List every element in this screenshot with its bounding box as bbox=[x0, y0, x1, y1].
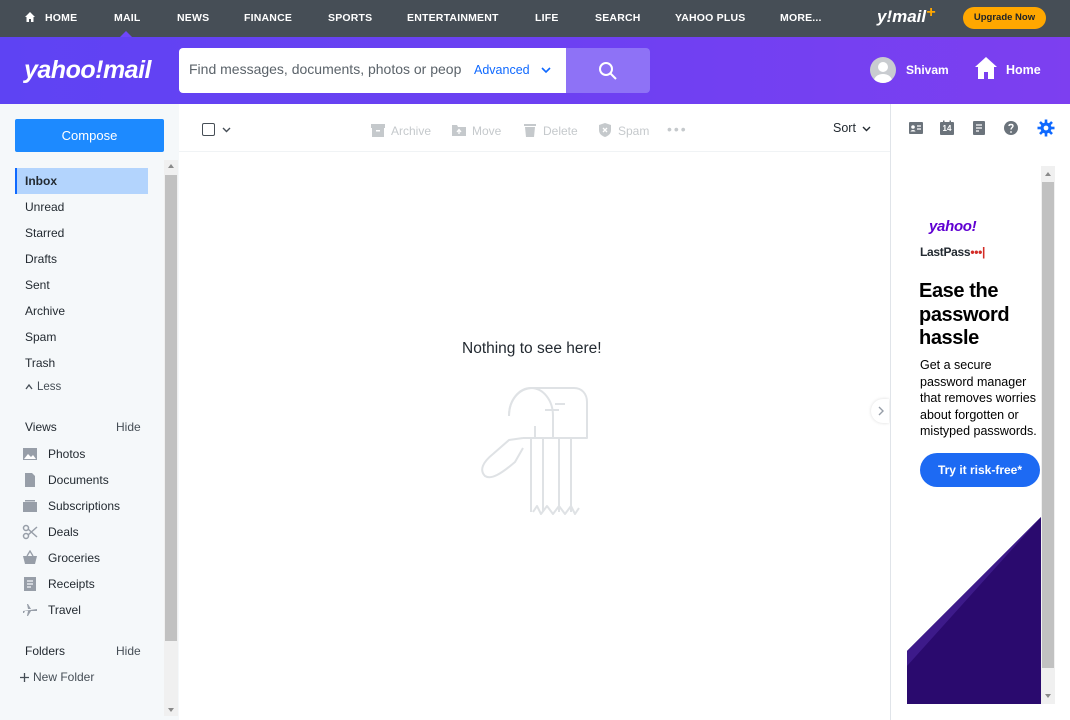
calendar-day: 14 bbox=[942, 124, 952, 133]
shield-icon bbox=[599, 123, 611, 137]
ad-cta-button[interactable]: Try it risk-free* bbox=[920, 453, 1040, 487]
ad-lastpass-logo: LastPass•••| bbox=[920, 245, 986, 259]
notepad-icon[interactable] bbox=[971, 120, 987, 136]
nav-life[interactable]: LIFE bbox=[535, 12, 559, 24]
basket-icon bbox=[23, 550, 37, 564]
home-label: Home bbox=[1006, 63, 1041, 77]
archive-icon bbox=[371, 124, 385, 137]
nav-news[interactable]: NEWS bbox=[177, 12, 209, 24]
contacts-icon[interactable] bbox=[908, 120, 924, 136]
advertisement[interactable]: yahoo! LastPass•••| Ease the password ha… bbox=[907, 166, 1042, 704]
plus-icon bbox=[20, 673, 29, 683]
scrollbar-thumb[interactable] bbox=[165, 175, 177, 641]
search-box: Advanced bbox=[179, 48, 566, 93]
chevron-right-icon bbox=[878, 406, 884, 416]
nav-finance[interactable]: FINANCE bbox=[244, 12, 292, 24]
sidebar-item-archive[interactable]: Archive bbox=[15, 298, 148, 324]
new-folder-button[interactable]: New Folder bbox=[20, 670, 94, 684]
nav-search[interactable]: SEARCH bbox=[595, 12, 641, 24]
move-folder-icon bbox=[452, 125, 466, 136]
sidebar-item-spam[interactable]: Spam bbox=[15, 324, 148, 350]
message-list-pane: Archive Move Delete Spam ••• Sort Nothin… bbox=[179, 104, 890, 720]
sidebar-item-inbox[interactable]: Inbox bbox=[15, 168, 148, 194]
airplane-icon bbox=[23, 604, 37, 616]
right-rail-scrollbar[interactable] bbox=[1041, 166, 1055, 704]
more-actions-button[interactable]: ••• bbox=[667, 121, 688, 137]
receipt-icon bbox=[24, 577, 36, 591]
sidebar: Compose Inbox Unread Starred Drafts Sent… bbox=[0, 104, 179, 720]
sidebar-item-sent[interactable]: Sent bbox=[15, 272, 148, 298]
sort-dropdown[interactable]: Sort bbox=[833, 121, 871, 135]
search-button[interactable] bbox=[566, 48, 650, 93]
ad-headline: Ease the password hassle bbox=[919, 280, 1010, 349]
scroll-up-icon[interactable] bbox=[164, 160, 178, 172]
scissors-icon bbox=[22, 524, 38, 540]
folders-heading: Folders bbox=[25, 644, 66, 658]
calendar-icon[interactable]: 14 bbox=[939, 120, 955, 136]
ad-decoration bbox=[907, 516, 1042, 704]
scroll-down-icon[interactable] bbox=[1041, 690, 1055, 702]
nav-sports[interactable]: SPORTS bbox=[328, 12, 372, 24]
views-heading: Views bbox=[25, 420, 57, 434]
less-toggle[interactable]: Less bbox=[25, 381, 61, 393]
user-icon bbox=[874, 62, 892, 83]
home-icon bbox=[975, 57, 997, 79]
folders-hide-link[interactable]: Hide bbox=[116, 644, 141, 658]
avatar bbox=[870, 57, 896, 83]
search-icon bbox=[599, 62, 617, 80]
scroll-down-icon[interactable] bbox=[164, 704, 178, 716]
nav-entertainment[interactable]: ENTERTAINMENT bbox=[407, 12, 499, 24]
subscriptions-icon bbox=[23, 500, 37, 512]
sidebar-item-unread[interactable]: Unread bbox=[15, 194, 148, 220]
ad-yahoo-logo: yahoo! bbox=[929, 218, 977, 235]
sidebar-item-starred[interactable]: Starred bbox=[15, 220, 148, 246]
mail-header: yahoo!mail Advanced Shivam Home bbox=[0, 37, 1070, 104]
empty-mailbox-icon bbox=[481, 387, 588, 515]
scroll-up-icon[interactable] bbox=[1041, 168, 1055, 180]
sidebar-item-drafts[interactable]: Drafts bbox=[15, 246, 148, 272]
collapse-right-rail-button[interactable] bbox=[871, 399, 889, 423]
trash-icon bbox=[524, 124, 536, 137]
document-icon bbox=[25, 473, 35, 487]
nav-mail[interactable]: MAIL bbox=[114, 12, 140, 24]
sidebar-scrollbar[interactable] bbox=[164, 160, 178, 716]
message-toolbar: Archive Move Delete Spam ••• Sort bbox=[179, 104, 890, 152]
chevron-down-icon[interactable] bbox=[222, 125, 231, 134]
advanced-search-link[interactable]: Advanced bbox=[474, 63, 530, 77]
search-input[interactable] bbox=[189, 61, 461, 77]
nav-more[interactable]: MORE... bbox=[780, 12, 822, 24]
home-icon bbox=[25, 12, 35, 22]
photo-icon bbox=[23, 448, 37, 460]
chevron-up-icon bbox=[25, 383, 33, 390]
chevron-down-icon bbox=[862, 126, 871, 132]
help-icon[interactable] bbox=[1003, 120, 1019, 136]
settings-icon[interactable] bbox=[1037, 119, 1055, 137]
views-hide-link[interactable]: Hide bbox=[116, 420, 141, 434]
nav-home[interactable]: HOME bbox=[45, 12, 77, 24]
scrollbar-thumb[interactable] bbox=[1042, 182, 1054, 668]
empty-inbox-message: Nothing to see here! bbox=[462, 340, 602, 357]
yahoo-mail-logo[interactable]: yahoo!mail bbox=[24, 56, 151, 85]
ymail-plus-logo[interactable]: y!mail+ bbox=[877, 4, 935, 27]
select-all-checkbox[interactable] bbox=[202, 123, 215, 136]
top-navigation-bar: HOME MAIL NEWS FINANCE SPORTS ENTERTAINM… bbox=[0, 0, 1070, 37]
compose-button[interactable]: Compose bbox=[15, 119, 164, 152]
user-name: Shivam bbox=[906, 63, 949, 77]
sidebar-item-trash[interactable]: Trash bbox=[15, 350, 148, 376]
chevron-down-icon[interactable] bbox=[541, 65, 551, 75]
upgrade-now-button[interactable]: Upgrade Now bbox=[963, 7, 1046, 29]
ad-body-text: Get a secure password manager that remov… bbox=[920, 358, 1037, 438]
nav-yahoo-plus[interactable]: YAHOO PLUS bbox=[675, 12, 745, 24]
